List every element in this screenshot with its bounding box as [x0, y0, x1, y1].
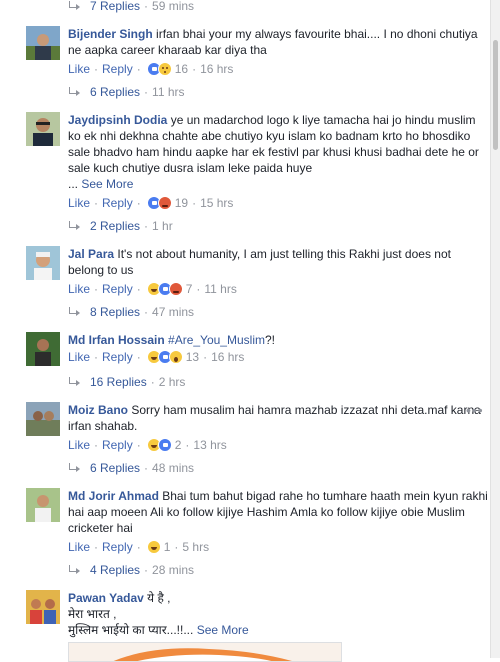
more-options-icon[interactable]: •••	[466, 402, 484, 418]
haha-reaction-icon	[146, 540, 161, 554]
comment-actions: Like · Reply · 2 · 13 hrs	[68, 438, 227, 452]
reactions[interactable]	[146, 62, 172, 76]
commenter-name[interactable]: Pawan Yadav	[68, 591, 144, 605]
like-reaction-icon	[157, 438, 172, 452]
reaction-count[interactable]: 19	[175, 196, 188, 210]
comment-text-line: मेरा भारत ,	[68, 607, 117, 621]
commenter-name[interactable]: Jal Para	[68, 247, 114, 261]
like-button[interactable]: Like	[68, 350, 90, 364]
comment-actions: Like · Reply · 7 · 11 hrs	[68, 282, 237, 296]
reply-arrow-icon	[68, 463, 82, 473]
reply-arrow-icon	[68, 565, 82, 575]
like-button[interactable]: Like	[68, 196, 90, 210]
avatar[interactable]	[26, 488, 60, 522]
reaction-count[interactable]: 2	[175, 438, 182, 452]
commenter-name[interactable]: Md Jorir Ahmad	[68, 489, 159, 503]
reply-arrow-icon	[68, 377, 82, 387]
see-more-link[interactable]: See More	[197, 623, 249, 637]
comment-text: Sorry ham musalim hai hamra mazhab izzaz…	[68, 403, 481, 433]
reply-button[interactable]: Reply	[102, 62, 133, 76]
comment-actions: Like · Reply · 13 · 16 hrs	[68, 350, 245, 364]
commenter-name[interactable]: Md Irfan Hossain	[68, 333, 165, 347]
reactions[interactable]	[146, 282, 183, 296]
view-replies-link[interactable]: 2 Replies · 1 hr	[68, 216, 173, 236]
angry-reaction-icon	[168, 282, 183, 296]
timestamp[interactable]: 16 hrs	[200, 62, 233, 76]
like-button[interactable]: Like	[68, 62, 90, 76]
reactions[interactable]	[146, 350, 183, 364]
reaction-count[interactable]: 1	[164, 540, 171, 554]
timestamp[interactable]: 5 hrs	[182, 540, 209, 554]
scrollbar[interactable]	[490, 0, 500, 658]
commenter-name[interactable]: Jaydipsinh Dodia	[68, 113, 167, 127]
view-replies-link[interactable]: 6 Replies · 11 hrs	[68, 82, 185, 102]
comment-actions: Like · Reply · 19 · 15 hrs	[68, 196, 234, 210]
like-button[interactable]: Like	[68, 540, 90, 554]
comment-text: It's not about humanity, I am just telli…	[68, 247, 451, 277]
view-replies-link[interactable]: 6 Replies · 48 mins	[68, 458, 194, 478]
comment-actions: Like · Reply · 16 · 16 hrs	[68, 62, 234, 76]
reply-arrow-icon	[68, 87, 82, 97]
reply-arrow-icon	[68, 307, 82, 317]
comment-actions: Like · Reply · 1 · 5 hrs	[68, 540, 210, 554]
reply-button[interactable]: Reply	[102, 196, 133, 210]
reaction-count[interactable]: 13	[186, 350, 199, 364]
wow-reaction-icon	[168, 350, 183, 364]
timestamp[interactable]: 15 hrs	[200, 196, 233, 210]
timestamp[interactable]: 13 hrs	[193, 438, 226, 452]
avatar[interactable]	[26, 590, 60, 624]
attached-image[interactable]	[68, 642, 342, 662]
commenter-name[interactable]: Moiz Bano	[68, 403, 128, 417]
avatar[interactable]	[26, 112, 60, 146]
like-button[interactable]: Like	[68, 438, 90, 452]
avatar[interactable]	[26, 246, 60, 280]
timestamp[interactable]: 16 hrs	[211, 350, 244, 364]
reactions[interactable]	[146, 196, 172, 210]
avatar[interactable]	[26, 26, 60, 60]
reply-button[interactable]: Reply	[102, 540, 133, 554]
reaction-count[interactable]: 16	[175, 62, 188, 76]
reactions[interactable]	[146, 438, 172, 452]
reaction-count[interactable]: 7	[186, 282, 193, 296]
view-replies-link[interactable]: 8 Replies · 47 mins	[68, 302, 194, 322]
avatar[interactable]	[26, 332, 60, 366]
sad-reaction-icon	[157, 62, 172, 76]
scrollbar-thumb[interactable]	[493, 40, 498, 150]
view-replies-link[interactable]: 16 Replies · 2 hrs	[68, 372, 185, 392]
view-replies-link[interactable]: 4 Replies · 28 mins	[68, 560, 194, 580]
see-more-link[interactable]: See More	[81, 177, 133, 191]
comment-text-line: मुस्लिम भाईयो का प्यार...!!...	[68, 623, 194, 637]
timestamp[interactable]: 11 hrs	[204, 282, 236, 296]
reply-button[interactable]: Reply	[102, 350, 133, 364]
comment-text-line: ये है ,	[147, 591, 171, 605]
angry-reaction-icon	[157, 196, 172, 210]
hashtag-link[interactable]: #Are_You_Muslim	[168, 333, 265, 347]
view-replies-link[interactable]: 7 Replies · 59 mins	[68, 0, 194, 16]
reply-arrow-icon	[68, 1, 82, 11]
reply-button[interactable]: Reply	[102, 282, 133, 296]
reply-button[interactable]: Reply	[102, 438, 133, 452]
avatar[interactable]	[26, 402, 60, 436]
like-button[interactable]: Like	[68, 282, 90, 296]
reply-arrow-icon	[68, 221, 82, 231]
commenter-name[interactable]: Bijender Singh	[68, 27, 153, 41]
reactions[interactable]	[146, 540, 161, 554]
